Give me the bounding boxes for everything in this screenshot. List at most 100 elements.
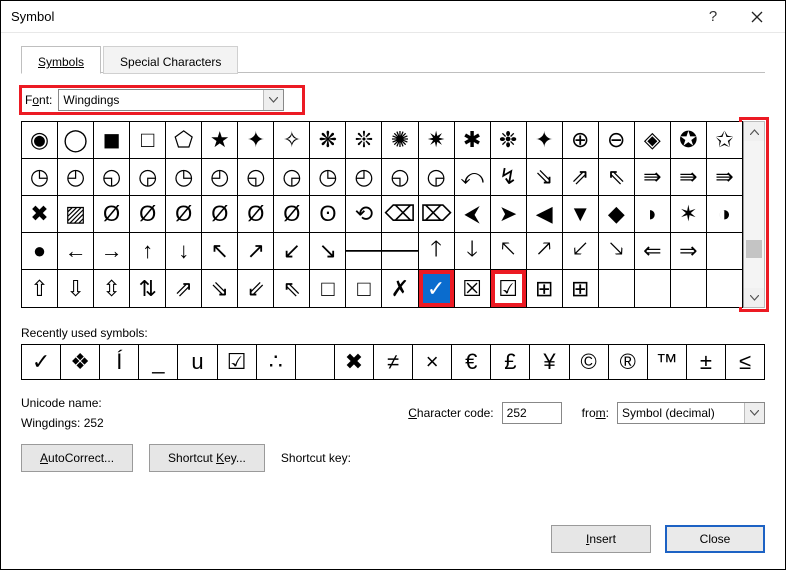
font-select[interactable]: Wingdings (58, 89, 284, 111)
symbol-cell[interactable]: ✶ (671, 196, 707, 233)
symbol-cell[interactable]: 🡓 (455, 233, 491, 270)
symbol-cell[interactable]: ⊕ (563, 122, 599, 159)
symbol-cell[interactable]: ❊ (346, 122, 382, 159)
symbol-cell[interactable]: ⇗ (166, 270, 202, 307)
symbol-cell[interactable]: ▨ (58, 196, 94, 233)
symbol-cell[interactable]: ◴ (58, 159, 94, 196)
symbol-cell[interactable]: ☑ (491, 270, 527, 307)
symbol-cell[interactable]: 🡒 (382, 233, 418, 270)
close-button[interactable]: Close (665, 525, 765, 553)
symbol-cell[interactable]: ◑ (707, 196, 743, 233)
insert-button[interactable]: Insert (551, 525, 651, 553)
symbol-cell[interactable]: ❋ (310, 122, 346, 159)
symbol-cell[interactable]: ◗ (635, 196, 671, 233)
tab-symbols[interactable]: Symbols (21, 46, 101, 74)
symbol-cell[interactable]: ◷ (310, 159, 346, 196)
symbol-cell[interactable]: ◵ (238, 159, 274, 196)
symbol-cell[interactable]: 🡑 (419, 233, 455, 270)
symbol-cell[interactable]: □ (346, 270, 382, 307)
symbol-cell[interactable]: 🡕 (527, 233, 563, 270)
symbol-cell[interactable]: ◷ (22, 159, 58, 196)
symbol-cell[interactable]: ↗ (238, 233, 274, 270)
recent-symbol[interactable]: ™ (648, 345, 687, 379)
symbol-cell[interactable]: ⟲ (346, 196, 382, 233)
symbol-cell[interactable]: ⇛ (635, 159, 671, 196)
symbol-cell[interactable]: ◆ (599, 196, 635, 233)
symbol-cell[interactable]: 🡗 (563, 233, 599, 270)
symbol-cell[interactable]: ⇗ (563, 159, 599, 196)
recent-symbol[interactable]: £ (491, 345, 530, 379)
symbol-cell[interactable]: □ (310, 270, 346, 307)
symbol-cell[interactable] (707, 233, 743, 270)
symbol-cell[interactable]: ⇖ (599, 159, 635, 196)
scroll-track[interactable] (744, 141, 764, 288)
symbol-cell[interactable]: ✖ (22, 196, 58, 233)
symbol-cell[interactable]: ⇒ (671, 233, 707, 270)
symbol-cell[interactable]: ⊞ (563, 270, 599, 307)
symbol-cell[interactable]: ◵ (382, 159, 418, 196)
recent-symbol[interactable]: ✖ (335, 345, 374, 379)
symbol-cell[interactable]: ➤ (491, 196, 527, 233)
recent-symbol[interactable]: ≤ (726, 345, 765, 379)
recent-symbol[interactable]: × (413, 345, 452, 379)
recent-symbol[interactable]: ❖ (61, 345, 100, 379)
symbol-cell[interactable]: ⌫ (382, 196, 418, 233)
symbol-cell[interactable]: ʘ (310, 196, 346, 233)
symbol-cell[interactable]: ⇧ (22, 270, 58, 307)
symbol-cell[interactable]: ✦ (238, 122, 274, 159)
symbol-cell[interactable]: ✪ (671, 122, 707, 159)
scroll-down-icon[interactable] (744, 288, 764, 307)
recent-symbol[interactable]: © (570, 345, 609, 379)
recent-symbol[interactable]: ☑ (218, 345, 257, 379)
recent-symbol[interactable]: _ (139, 345, 178, 379)
symbol-cell[interactable]: ◯ (58, 122, 94, 159)
symbol-cell[interactable]: ← (58, 233, 94, 270)
symbol-cell[interactable]: ⌦ (419, 196, 455, 233)
shortcut-key-button[interactable]: Shortcut Key... (149, 444, 265, 472)
symbol-cell[interactable]: ↙ (274, 233, 310, 270)
help-button[interactable]: ? (691, 2, 735, 32)
symbol-cell[interactable]: ✦ (527, 122, 563, 159)
symbol-cell[interactable]: Ø (202, 196, 238, 233)
symbol-cell[interactable]: ◈ (635, 122, 671, 159)
symbol-cell[interactable]: Ø (130, 196, 166, 233)
symbol-cell[interactable]: ⬠ (166, 122, 202, 159)
symbol-cell[interactable]: □ (130, 122, 166, 159)
symbol-cell[interactable] (635, 270, 671, 307)
symbol-cell[interactable]: Ø (166, 196, 202, 233)
symbol-cell[interactable]: ◵ (94, 159, 130, 196)
symbol-cell[interactable]: Ø (274, 196, 310, 233)
symbol-cell[interactable]: ⇳ (94, 270, 130, 307)
symbol-cell[interactable] (599, 270, 635, 307)
symbol-cell[interactable]: ✱ (455, 122, 491, 159)
symbol-cell[interactable]: ⇙ (238, 270, 274, 307)
symbol-cell[interactable]: ✩ (707, 122, 743, 159)
symbol-cell[interactable]: ✓ (419, 270, 455, 307)
grid-scrollbar[interactable] (743, 121, 765, 308)
recent-symbol[interactable] (296, 345, 335, 379)
scroll-up-icon[interactable] (744, 122, 764, 141)
symbol-cell[interactable] (707, 270, 743, 307)
symbol-cell[interactable] (671, 270, 707, 307)
symbol-cell[interactable]: ✗ (382, 270, 418, 307)
symbol-cell[interactable]: ● (22, 233, 58, 270)
symbol-cell[interactable]: ⊖ (599, 122, 635, 159)
symbol-cell[interactable]: ↯ (491, 159, 527, 196)
scroll-thumb[interactable] (746, 240, 762, 258)
symbol-cell[interactable]: 🡐 (346, 233, 382, 270)
symbol-cell[interactable]: ⇘ (527, 159, 563, 196)
symbol-cell[interactable]: → (94, 233, 130, 270)
symbol-cell[interactable]: Ø (238, 196, 274, 233)
from-select[interactable]: Symbol (decimal) (617, 402, 765, 424)
recent-symbol[interactable]: ✓ (22, 345, 61, 379)
charcode-input[interactable]: 252 (502, 402, 562, 424)
symbol-cell[interactable]: ◷ (166, 159, 202, 196)
recent-symbol[interactable]: ® (609, 345, 648, 379)
symbol-cell[interactable]: ⤺ (455, 159, 491, 196)
symbol-cell[interactable]: ◼ (94, 122, 130, 159)
symbol-cell[interactable]: ✧ (274, 122, 310, 159)
recent-symbol[interactable]: ≠ (374, 345, 413, 379)
symbol-cell[interactable]: ◶ (274, 159, 310, 196)
symbol-cell[interactable]: ⇛ (671, 159, 707, 196)
symbol-cell[interactable]: ↖ (202, 233, 238, 270)
